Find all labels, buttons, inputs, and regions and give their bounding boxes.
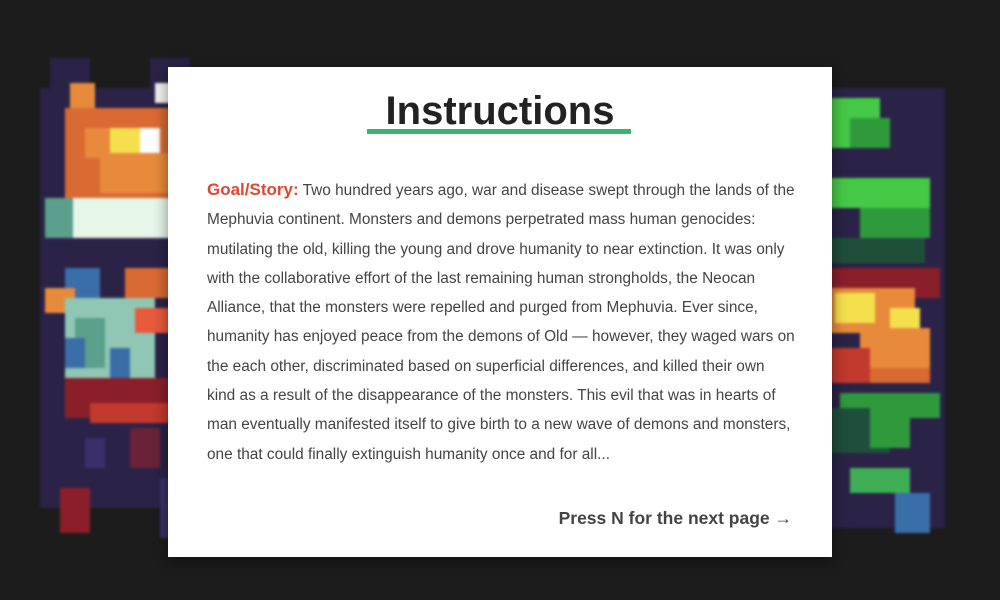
game-screen: Instructions Goal/Story: Two hundred yea…: [0, 0, 1000, 600]
story-text: Two hundred years ago, war and disease s…: [207, 182, 795, 463]
story-label: Goal/Story:: [207, 180, 299, 199]
page-title: Instructions: [385, 89, 615, 133]
next-page-hint: Press N for the next page →: [558, 508, 792, 528]
instructions-panel: Instructions Goal/Story: Two hundred yea…: [168, 67, 832, 557]
story-paragraph: Goal/Story: Two hundred years ago, war a…: [207, 175, 797, 469]
title-underline: [367, 129, 631, 134]
